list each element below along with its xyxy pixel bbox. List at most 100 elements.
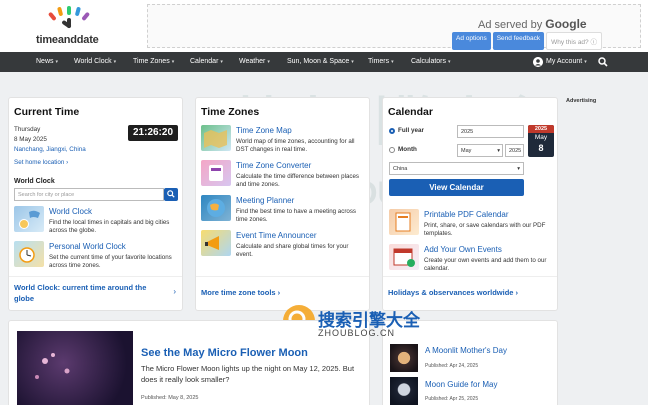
ad-banner[interactable]: Ad served by Google Ad options Send feed… — [147, 4, 641, 50]
personal-world-clock-desc: Set the current time of your favorite lo… — [49, 254, 172, 269]
full-year-label: Full year — [398, 127, 424, 134]
ad-served-text: Ad served by Google — [478, 17, 587, 31]
add-events-desc: Create your own events and add them to o… — [424, 257, 547, 272]
brand-name[interactable]: timeanddate — [36, 34, 99, 46]
nav-calendar[interactable]: Calendar ▾ — [190, 58, 223, 65]
globe-icon — [207, 199, 225, 217]
calendar-date-badge: 2025 May 8 — [528, 125, 554, 157]
set-home-location-link[interactable]: Set home location › — [14, 159, 68, 167]
chevron-right-icon: › — [173, 287, 176, 296]
search-icon — [167, 190, 175, 198]
meeting-planner-desc: Find the best time to have a meeting acr… — [236, 208, 357, 223]
side-articles: A Moonlit Mother's Day Published: Apr 24… — [382, 320, 558, 405]
event-time-announcer-thumbnail[interactable] — [201, 230, 231, 256]
badge-month: May — [534, 134, 548, 141]
city-search-input[interactable]: Search for city or place — [14, 188, 164, 201]
search-icon[interactable] — [598, 57, 608, 67]
time-zone-map-link[interactable]: Time Zone Map — [236, 126, 292, 135]
printable-pdf-link[interactable]: Printable PDF Calendar — [424, 210, 508, 219]
side-article-published-2: Published: Apr 25, 2025 — [425, 396, 479, 402]
nav-world-clock[interactable]: World Clock ▾ — [74, 58, 116, 65]
personal-world-clock-link[interactable]: Personal World Clock — [49, 242, 126, 251]
side-article-title-1[interactable]: A Moonlit Mother's Day — [425, 346, 507, 355]
time-zone-map-thumbnail[interactable] — [201, 125, 231, 151]
meeting-planner-thumbnail[interactable] — [201, 195, 231, 221]
current-day: Thursday — [14, 126, 41, 133]
current-location-link[interactable]: Nanchang, Jiangxi, China — [14, 146, 86, 154]
map-icon — [204, 130, 227, 148]
year-input[interactable]: 2025 — [457, 125, 524, 138]
badge-year: 2025 — [528, 125, 554, 133]
why-this-ad-button[interactable]: Why this ad? ⓘ — [546, 32, 602, 50]
world-clock-label: World Clock — [14, 178, 55, 185]
month-label: Month — [398, 146, 417, 153]
world-map-icon — [19, 210, 40, 229]
time-zones-panel: Time Zones Time Zone Map World map of ti… — [195, 97, 370, 311]
meeting-planner-link[interactable]: Meeting Planner — [236, 196, 294, 205]
article-title[interactable]: See the May Micro Flower Moon — [141, 347, 308, 359]
converter-icon — [209, 165, 223, 181]
printable-pdf-thumbnail[interactable] — [389, 209, 419, 235]
side-article-title-2[interactable]: Moon Guide for May — [425, 380, 497, 389]
month-year-input[interactable]: 2025 — [505, 144, 524, 157]
time-zones-title: Time Zones — [201, 106, 260, 118]
pdf-calendar-icon — [395, 212, 411, 232]
ad-options-button[interactable]: Ad options — [452, 32, 491, 50]
watermark-url-2: ZHOUBLOG.CN — [318, 328, 396, 338]
calendar-panel: Calendar Full year 2025 Month May ▾ 2025 … — [382, 97, 558, 311]
current-time-panel: Current Time Thursday 8 May 2025 Nanchan… — [8, 97, 183, 311]
current-date: 8 May 2025 — [14, 136, 47, 143]
advertising-label: Advertising — [566, 98, 597, 104]
nav-sun-moon-space[interactable]: Sun, Moon & Space ▾ — [287, 58, 354, 65]
month-select[interactable]: May ▾ — [457, 144, 503, 157]
calendar-title: Calendar — [388, 106, 433, 118]
clock-icon — [19, 247, 35, 263]
world-clock-link[interactable]: World Clock — [49, 207, 92, 216]
flower-moon-icon — [35, 353, 70, 379]
time-zone-map-desc: World map of time zones, accounting for … — [236, 138, 355, 153]
side-article-thumb-1[interactable] — [390, 344, 418, 372]
nav-weather[interactable]: Weather ▾ — [239, 58, 270, 65]
site-header: timeanddate Ad served by Google Ad optio… — [0, 0, 648, 52]
calendar-footer: Holidays & observances worldwide › — [383, 276, 557, 310]
digital-clock: 21:26:20 — [128, 125, 178, 141]
featured-article[interactable]: See the May Micro Flower Moon The Micro … — [8, 320, 370, 405]
time-zone-converter-desc: Calculate the time difference between pl… — [236, 173, 360, 188]
article-published: Published: May 8, 2025 — [141, 395, 199, 401]
side-article-published-1: Published: Apr 24, 2025 — [425, 363, 479, 369]
event-time-announcer-desc: Calculate and share global times for you… — [236, 243, 349, 258]
article-image[interactable] — [17, 331, 133, 405]
nav-timers[interactable]: Timers ▾ — [368, 58, 394, 65]
full-year-radio[interactable] — [389, 128, 395, 134]
side-article-thumb-2[interactable] — [390, 377, 418, 405]
world-clock-desc: Find the local times in capitals and big… — [49, 219, 170, 234]
world-clock-thumbnail[interactable] — [14, 206, 44, 232]
event-time-announcer-link[interactable]: Event Time Announcer — [236, 231, 317, 240]
world-clock-footer-link[interactable]: World Clock: current time around the glo… — [14, 282, 164, 304]
time-zone-converter-link[interactable]: Time Zone Converter — [236, 161, 311, 170]
badge-day: 8 — [538, 143, 544, 153]
nav-time-zones[interactable]: Time Zones ▾ — [133, 58, 174, 65]
nav-calculators[interactable]: Calculators ▾ — [411, 58, 451, 65]
account-icon[interactable] — [533, 57, 543, 67]
month-radio[interactable] — [389, 147, 395, 153]
more-time-zone-tools-link[interactable]: More time zone tools › — [201, 288, 280, 297]
country-select[interactable]: China ▾ — [389, 162, 524, 175]
nav-news[interactable]: News ▾ — [36, 58, 58, 65]
article-desc: The Micro Flower Moon lights up the nigh… — [141, 364, 355, 384]
printable-pdf-desc: Print, share, or save calendars with our… — [424, 222, 546, 237]
megaphone-icon — [205, 236, 219, 250]
add-events-link[interactable]: Add Your Own Events — [424, 245, 502, 254]
send-feedback-button[interactable]: Send feedback — [492, 32, 545, 50]
city-search-button[interactable] — [164, 188, 178, 201]
calendar-icon — [393, 248, 415, 267]
nav-my-account[interactable]: My Account ▾ — [546, 58, 587, 65]
current-time-title: Current Time — [14, 106, 80, 118]
personal-world-clock-thumbnail[interactable] — [14, 241, 44, 267]
holidays-link[interactable]: Holidays & observances worldwide › — [388, 288, 518, 297]
view-calendar-button[interactable]: View Calendar — [389, 179, 524, 196]
add-events-thumbnail[interactable] — [389, 244, 419, 270]
time-zone-converter-thumbnail[interactable] — [201, 160, 231, 186]
main-nav: News ▾ World Clock ▾ Time Zones ▾ Calendar ▾… — [0, 52, 648, 72]
current-time-footer: World Clock: current time around the glo… — [9, 276, 182, 310]
